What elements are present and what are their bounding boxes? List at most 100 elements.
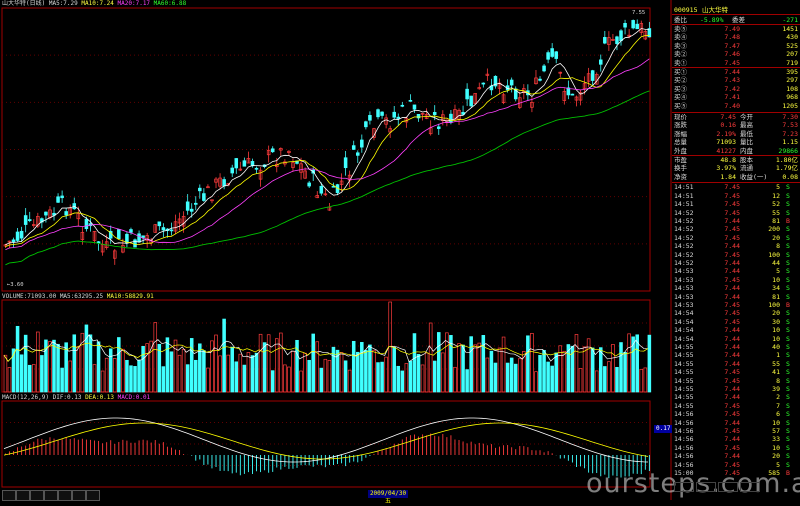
volume-bar	[189, 338, 194, 393]
tab-5[interactable]	[72, 490, 86, 501]
tick-side: S	[786, 385, 790, 393]
candle-body	[351, 145, 356, 150]
order-book-row: 买④ 7.41 968	[672, 93, 800, 101]
tick-side: S	[786, 410, 790, 419]
tick-time: 14:56	[674, 452, 694, 461]
low-price-marker: ←3.60	[7, 282, 24, 288]
tick-price: 7.44	[724, 418, 740, 427]
tab-4[interactable]	[58, 490, 72, 501]
volume-bar	[141, 345, 145, 393]
volume-bar	[311, 333, 315, 393]
tick-volume: 10	[772, 334, 780, 343]
volume-bar	[23, 334, 28, 393]
tick-row: 14:55 7.45 8 S	[672, 377, 800, 385]
tick-time: 14:51	[674, 200, 694, 209]
volume-bar	[505, 362, 510, 393]
quote-tab-3[interactable]	[740, 482, 760, 492]
tick-side: S	[786, 225, 790, 234]
stat-value: 1.79亿	[775, 164, 798, 173]
stat-label: 涨幅	[674, 129, 687, 138]
volume-bar	[412, 333, 417, 393]
tick-price: 7.44	[724, 393, 740, 402]
quote-tab-0[interactable]	[674, 482, 694, 492]
stat-label: 总量	[674, 138, 687, 147]
volume-bar	[554, 352, 558, 393]
quote-tab-2[interactable]	[718, 482, 738, 492]
volume-bar	[96, 341, 101, 393]
tick-price: 7.45	[724, 301, 740, 309]
quote-tab-1[interactable]	[696, 482, 716, 492]
candle-body	[198, 187, 202, 192]
candle-body	[234, 158, 239, 169]
tick-price: 7.44	[724, 334, 740, 343]
volume-bar	[351, 340, 356, 393]
tab-6[interactable]	[86, 490, 100, 501]
tick-volume: 20	[772, 233, 780, 242]
tick-price: 7.44	[724, 359, 740, 368]
candle-body	[242, 160, 247, 167]
stat-value: 7.45	[720, 112, 736, 121]
tick-time: 14:56	[674, 418, 694, 427]
candle-body	[319, 185, 324, 194]
order-book-row: 卖③ 7.47 525	[672, 42, 800, 50]
quote-panel-tabs	[672, 482, 800, 492]
tick-side: S	[786, 418, 790, 427]
volume-bar	[40, 355, 44, 393]
volume-bar	[202, 350, 206, 393]
stat-value: 1.80亿	[775, 155, 798, 164]
tab-2[interactable]	[30, 490, 44, 501]
tick-volume: 6	[776, 410, 780, 419]
volume-bar	[513, 363, 518, 393]
volume-bar	[623, 351, 627, 393]
tick-time: 14:51	[674, 183, 694, 192]
stock-code: 000915	[674, 6, 698, 14]
tick-volume: 5	[776, 183, 780, 192]
candle-body	[141, 235, 145, 238]
tick-row: 14:55 7.44 55 S	[672, 360, 800, 368]
order-volume: 1205	[782, 102, 798, 110]
volume-bar	[230, 346, 234, 393]
order-book-row: 卖④ 7.48 430	[672, 33, 800, 41]
candle-body	[44, 211, 48, 216]
tab-3[interactable]	[44, 490, 58, 501]
order-level-label: 卖②	[674, 50, 687, 59]
tick-time: 14:55	[674, 401, 694, 410]
volume-bar	[52, 339, 56, 393]
tick-price: 7.45	[724, 368, 740, 377]
tick-row: 14:51 7.45 12 S	[672, 192, 800, 200]
divider	[672, 14, 800, 15]
tab-0[interactable]	[2, 490, 16, 501]
macd-params-label: MACD(12,26,9)	[2, 394, 49, 401]
tick-side: S	[786, 368, 790, 377]
tick-volume: 10	[772, 275, 780, 284]
tick-side: S	[786, 309, 790, 318]
tick-price: 7.45	[724, 376, 740, 385]
tab-1[interactable]	[16, 490, 30, 501]
tick-side: B	[786, 301, 790, 309]
order-volume: 108	[786, 84, 798, 93]
ma5-label: MA5:7.29	[48, 0, 78, 7]
candle-body	[416, 113, 421, 119]
tick-time: 14:52	[674, 233, 694, 242]
volume-bar	[603, 366, 607, 393]
volume-bar	[461, 344, 465, 393]
tick-price: 7.45	[724, 225, 740, 234]
tick-volume: 100	[768, 301, 780, 309]
volume-bar	[56, 343, 60, 393]
tick-price: 7.44	[724, 267, 740, 276]
tick-volume: 2	[776, 393, 780, 402]
stat-value: 48.8	[720, 155, 736, 164]
candle-body	[408, 99, 413, 102]
stat-label: 现价	[674, 112, 687, 121]
candle-body	[554, 51, 558, 59]
order-level-label: 买②	[674, 76, 687, 85]
volume-bar	[133, 366, 137, 393]
candle-body	[598, 59, 603, 65]
stat-label: 收益(一)	[740, 172, 768, 181]
tick-side: S	[786, 376, 790, 385]
tick-side: S	[786, 443, 790, 452]
tick-volume: 81	[772, 217, 780, 225]
tick-row: 14:55 7.44 1 S	[672, 351, 800, 359]
tick-time: 14:53	[674, 275, 694, 284]
tick-side: S	[786, 233, 790, 242]
